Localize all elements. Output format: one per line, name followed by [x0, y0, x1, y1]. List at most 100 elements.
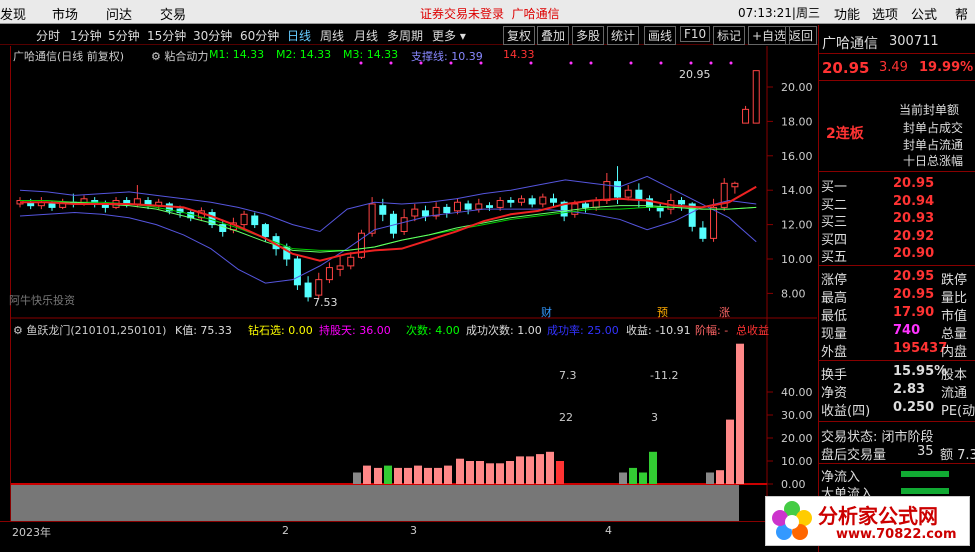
trade-state: 交易状态: 闭市阶段 — [821, 430, 934, 445]
marker-forecast[interactable]: 预 — [657, 304, 668, 320]
candle-body — [528, 198, 536, 205]
marker-limit-up[interactable]: 涨 — [719, 304, 730, 320]
restore-rights-button[interactable]: 复权 — [503, 26, 536, 45]
source-label: 阿牛快乐投资 — [9, 294, 75, 307]
candle-body — [517, 198, 525, 203]
candle-body — [550, 198, 557, 203]
stats-button[interactable]: 统计 — [607, 26, 640, 45]
stat2-1-value: 15.95% — [893, 364, 948, 379]
m1-value: M1: 14.33 — [209, 48, 265, 61]
ma-line-a — [20, 200, 757, 251]
bid-3-label: 买三 — [821, 215, 848, 230]
candle-body — [731, 182, 739, 188]
tab-more[interactable]: 更多 ▾ — [432, 27, 466, 44]
stat-1-value: 20.95 — [893, 269, 935, 284]
after-hours-amt: 额 7.3 — [940, 448, 975, 463]
candle-body — [453, 201, 461, 212]
main-y-tick: 20.00 — [781, 81, 813, 94]
signal-dot — [589, 61, 593, 65]
signal-bar — [536, 454, 544, 484]
sub-y-tick: 0.00 — [781, 478, 806, 491]
f10-button[interactable]: F10 — [680, 26, 711, 42]
signal-bar — [736, 343, 744, 484]
tab-5min[interactable]: 5分钟 — [108, 27, 140, 44]
menu-function[interactable]: 功能 — [834, 4, 860, 23]
annotation-d: 3 — [651, 411, 658, 424]
flower-logo-icon — [772, 501, 812, 540]
menu-discover[interactable]: 发现 — [0, 4, 26, 23]
tab-1min[interactable]: 1分钟 — [70, 27, 102, 44]
login-notice[interactable]: 证券交易未登录 广哈通信 — [420, 5, 560, 22]
menu-wenda[interactable]: 问达 — [106, 4, 132, 23]
tab-monthly[interactable]: 月线 — [354, 27, 378, 44]
ma-line-b — [20, 201, 757, 253]
multi-stock-button[interactable]: 多股 — [572, 26, 605, 45]
quote-panel: 广哈通信 300711 20.95 3.49 19.99% 2连板 当前封单额 … — [818, 25, 975, 552]
m2-value: M2: 14.33 — [276, 48, 332, 61]
menu-formula[interactable]: 公式 — [911, 4, 937, 23]
stat-1-label: 涨停 — [821, 273, 848, 288]
board-count: 2连板 — [826, 126, 864, 142]
main-y-tick: 12.00 — [781, 219, 813, 232]
candle-body — [752, 70, 760, 124]
candle-body — [496, 200, 504, 208]
stat2-3-label: 收益(四) — [821, 404, 871, 419]
stat-1-extra: 跌停 — [941, 273, 968, 288]
menu-options[interactable]: 选项 — [872, 4, 898, 23]
signal-bar — [374, 467, 382, 484]
signal-bar — [526, 456, 534, 484]
stat-3-value: 17.90 — [893, 305, 935, 320]
signal-bar — [496, 463, 504, 484]
overlay-button[interactable]: 叠加 — [537, 26, 570, 45]
marker-finance[interactable]: 财 — [541, 304, 552, 320]
stat-4-value: 740 — [893, 323, 921, 338]
back-button[interactable]: 返回 — [785, 26, 818, 45]
tab-15min[interactable]: 15分钟 — [147, 27, 186, 44]
time-axis: 2023年 2 3 4 — [0, 521, 818, 539]
stat-5-extra: 内盘 — [941, 345, 968, 360]
clock: 07:13:21|周三 — [738, 6, 820, 20]
tab-60min[interactable]: 60分钟 — [240, 27, 279, 44]
signal-dot — [529, 61, 533, 65]
signal-bar — [394, 467, 402, 484]
signal-bar — [424, 467, 432, 484]
tab-weekly[interactable]: 周线 — [320, 27, 344, 44]
bid-5-label: 买五 — [821, 250, 848, 265]
mark-button[interactable]: 标记 — [713, 26, 746, 45]
signal-bar — [639, 472, 647, 484]
signal-dot — [659, 61, 663, 65]
draw-line-button[interactable]: 画线 — [644, 26, 677, 45]
time-label-year: 2023年 — [12, 526, 51, 539]
candle-body — [421, 210, 429, 217]
signal-dot — [389, 61, 393, 65]
sub-y-tick: 10.00 — [781, 455, 813, 468]
stock-code: 300711 — [889, 34, 939, 49]
kline-chart-area[interactable]: 20.00 18.00 16.00 14.00 12.00 10.00 8.00 40.00… — [9, 46, 817, 522]
menu-bar: 发现 市场 问达 交易 证券交易未登录 广哈通信 07:13:21|周三 功能 … — [0, 0, 975, 24]
menu-trade[interactable]: 交易 — [160, 4, 186, 23]
watermark-url: www.70822.com — [836, 527, 957, 542]
bid-4-value: 20.92 — [893, 228, 935, 244]
signal-bar — [466, 461, 474, 484]
profit-value: 收益: -10.91 — [626, 324, 691, 337]
main-y-tick: 10.00 — [781, 253, 813, 266]
amplitude-value: 阶幅: - — [695, 324, 729, 337]
tab-30min[interactable]: 30分钟 — [193, 27, 232, 44]
candle-body — [325, 267, 333, 281]
signal-bar — [726, 419, 734, 484]
indicator-name[interactable]: ⚙ 粘合动力 — [151, 48, 208, 64]
add-watchlist-button[interactable]: +自选 — [748, 26, 791, 45]
tab-multi-period[interactable]: 多周期 — [387, 27, 423, 44]
tab-daily[interactable]: 日线 — [287, 27, 311, 44]
price-change: 3.49 — [879, 60, 908, 75]
candle-body — [485, 205, 493, 208]
menu-market[interactable]: 市场 — [52, 4, 78, 23]
tab-timeshare[interactable]: 分时 — [36, 27, 60, 44]
signal-bar — [546, 451, 554, 484]
bid-3-value: 20.93 — [893, 211, 935, 226]
candle-body — [699, 227, 707, 239]
candle-body — [635, 189, 643, 200]
hold-days-value: 持股天: 36.00 — [319, 324, 391, 337]
menu-help[interactable]: 帮 — [955, 4, 968, 23]
main-y-tick: 14.00 — [781, 184, 813, 197]
